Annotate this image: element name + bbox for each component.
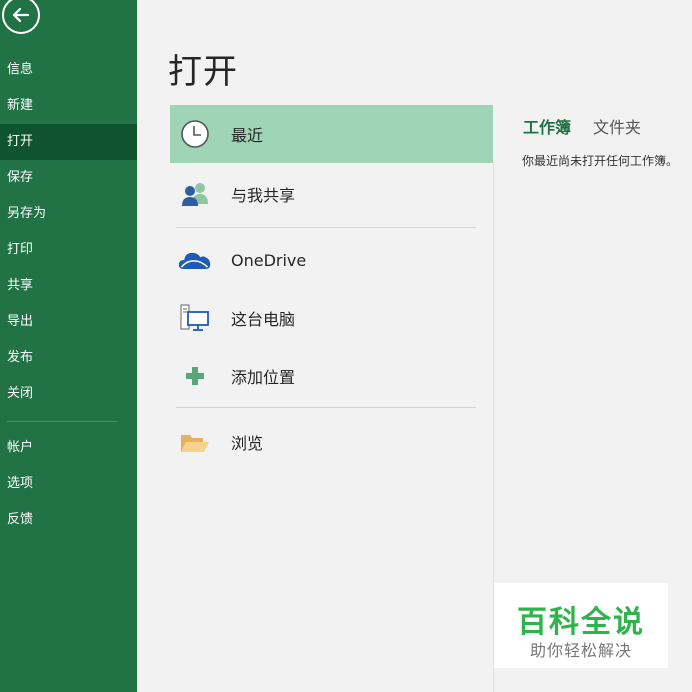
tab-folders[interactable]: 文件夹 xyxy=(593,114,641,138)
location-divider xyxy=(176,407,476,408)
nav-item-feedback[interactable]: 反馈 xyxy=(0,502,137,538)
nav-item-new[interactable]: 新建 xyxy=(0,88,137,124)
empty-recent-message: 你最近尚未打开任何工作簿。 xyxy=(522,154,679,168)
page-title: 打开 xyxy=(168,52,238,92)
nav-item-options[interactable]: 选项 xyxy=(0,466,137,502)
tab-workbooks[interactable]: 工作簿 xyxy=(523,114,571,138)
back-button[interactable] xyxy=(2,0,40,34)
location-add-place[interactable]: 添加位置 xyxy=(170,347,493,405)
location-label: OneDrive xyxy=(231,250,307,270)
nav-item-export[interactable]: 导出 xyxy=(0,304,137,340)
sidebar-divider xyxy=(7,421,117,422)
watermark-subtitle: 助你轻松解决 xyxy=(529,641,632,660)
location-onedrive[interactable]: OneDrive xyxy=(170,231,493,289)
nav-item-account[interactable]: 帐户 xyxy=(0,430,137,466)
location-divider xyxy=(176,227,476,228)
location-label: 最近 xyxy=(231,126,264,145)
location-label: 与我共享 xyxy=(231,186,296,205)
location-label: 浏览 xyxy=(231,434,264,453)
nav-item-print[interactable]: 打印 xyxy=(0,232,137,268)
backstage-sidebar: 信息 新建 打开 保存 另存为 打印 共享 导出 发布 关闭 帐户 选项 反馈 xyxy=(0,0,137,692)
location-label: 这台电脑 xyxy=(231,310,296,329)
nav-item-save-as[interactable]: 另存为 xyxy=(0,196,137,232)
nav-item-publish[interactable]: 发布 xyxy=(0,340,137,376)
back-arrow-icon xyxy=(12,7,30,23)
location-browse[interactable]: 浏览 xyxy=(170,413,493,471)
location-shared-with-me[interactable]: 与我共享 xyxy=(170,165,493,223)
nav-item-info[interactable]: 信息 xyxy=(0,52,137,88)
nav-item-save[interactable]: 保存 xyxy=(0,160,137,196)
plus-icon xyxy=(178,361,212,391)
folder-icon xyxy=(178,427,212,457)
watermark: 百科全说 助你轻松解决 xyxy=(494,583,668,668)
clock-icon xyxy=(178,119,212,149)
watermark-title: 百科全说 xyxy=(517,605,645,640)
nav-item-share[interactable]: 共享 xyxy=(0,268,137,304)
location-this-pc[interactable]: 这台电脑 xyxy=(170,289,493,347)
nav-item-close[interactable]: 关闭 xyxy=(0,376,137,412)
cloud-icon xyxy=(178,245,212,275)
shared-people-icon xyxy=(178,179,212,209)
location-recent[interactable]: 最近 xyxy=(170,105,493,163)
computer-icon xyxy=(178,303,212,333)
location-label: 添加位置 xyxy=(231,368,296,387)
nav-item-open[interactable]: 打开 xyxy=(0,124,137,160)
